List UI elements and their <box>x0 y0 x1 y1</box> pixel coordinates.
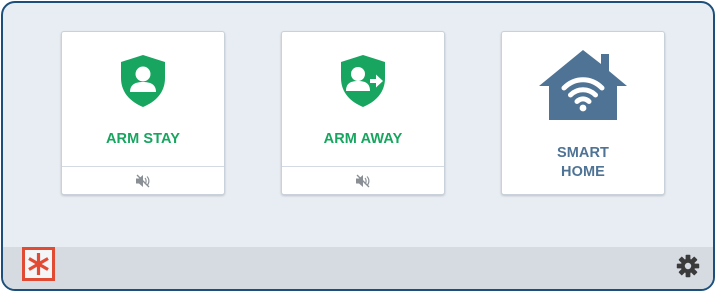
gear-icon[interactable] <box>676 254 700 278</box>
smart-home-tile[interactable]: SMART HOME <box>501 31 665 195</box>
asterisk-logo-icon[interactable] <box>22 247 55 281</box>
smart-home-label-line2: HOME <box>561 164 605 180</box>
arm-stay-tile[interactable]: ARM STAY <box>61 31 225 195</box>
arm-away-tile[interactable]: ARM AWAY <box>281 31 445 195</box>
arm-stay-label: ARM STAY <box>105 131 181 147</box>
arm-stay-sound-toggle[interactable] <box>62 167 224 194</box>
smart-home-label: SMART HOME <box>502 144 664 182</box>
arm-away-label: ARM AWAY <box>323 131 403 147</box>
control-panel: ARM STAY ARM AWAY SMART HOME <box>1 1 715 291</box>
arm-away-button[interactable]: ARM AWAY <box>282 32 444 166</box>
arm-away-sound-toggle[interactable] <box>282 167 444 194</box>
shield-person-icon <box>121 55 165 107</box>
bottom-bar <box>3 247 713 289</box>
asterisk-glyph-icon <box>28 253 49 275</box>
shield-person-arrow-icon <box>341 55 385 107</box>
smart-home-label-line1: SMART <box>556 145 610 161</box>
arm-stay-button[interactable]: ARM STAY <box>62 32 224 166</box>
speaker-muted-icon <box>136 174 150 187</box>
speaker-muted-icon <box>356 174 370 187</box>
house-wifi-icon <box>539 50 627 120</box>
